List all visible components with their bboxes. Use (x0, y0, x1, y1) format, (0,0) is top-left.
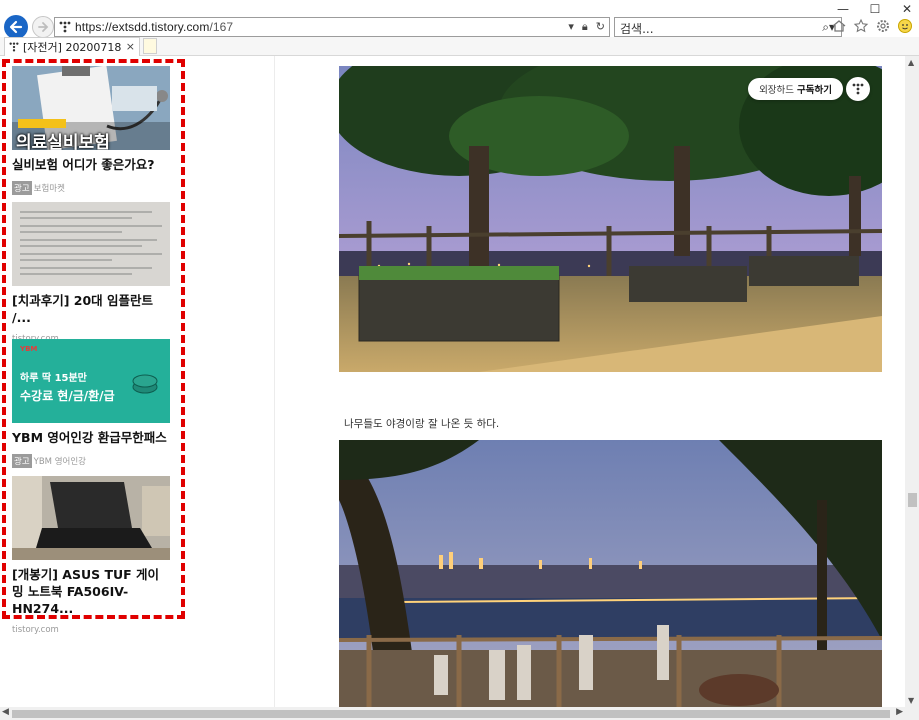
post-photo-1[interactable]: 외장하드 구독하기 (339, 66, 882, 372)
tab-close-button[interactable]: × (126, 40, 135, 53)
dropdown-icon[interactable]: ▾ (568, 20, 574, 34)
search-box[interactable]: 검색... ⌕▾ (614, 17, 842, 37)
ad-meta: 광고 YBM 영어인강 (12, 454, 170, 468)
post-content: 외장하드 구독하기 나무들도 야경이랑 잘 나온 듯 하다. (276, 56, 905, 707)
ad-thumbnail[interactable]: 의료실비보험 (12, 66, 170, 150)
url-text: https://extsdd.tistory.com/167 (75, 20, 233, 34)
back-button[interactable] (4, 15, 28, 39)
ad-item[interactable]: [개봉기] ASUS TUF 게이밍 노트북 FA506IV-HN274... … (12, 476, 170, 635)
close-window-button[interactable]: ✕ (901, 3, 913, 15)
refresh-icon[interactable]: ↻ (596, 20, 605, 34)
arrow-left-icon (9, 20, 23, 34)
address-bar[interactable]: https://extsdd.tistory.com/167 ▾ 🔒︎ ↻ (54, 17, 610, 37)
forward-button[interactable] (32, 16, 54, 38)
tistory-favicon-icon (9, 42, 19, 52)
page-viewport: 의료실비보험 실비보험 어디가 좋은가요? 광고 보험마켓 [치과후기] 20대… (0, 56, 905, 707)
vertical-scrollbar[interactable]: ▲ ▼ (905, 56, 919, 707)
settings-gear-icon[interactable] (875, 18, 891, 34)
url-path: /167 (209, 20, 234, 34)
ad-thumbnail[interactable] (12, 476, 170, 560)
ad-thumb-offer: 수강료 현/금/환/급 (20, 389, 115, 403)
ad-item[interactable]: [치과후기] 20대 임플란트 /... tistory.com (12, 202, 170, 344)
ad-thumb-headline: 하루 딱 15분만 (20, 373, 87, 384)
coin-icon (132, 374, 158, 394)
minimize-button[interactable]: — (837, 3, 849, 15)
horizontal-scroll-thumb[interactable] (12, 710, 890, 718)
tab-title: [자전거] 20200718 하늘공... (23, 41, 123, 54)
browser-toolbar (831, 18, 913, 34)
ad-title[interactable]: [개봉기] ASUS TUF 게이밍 노트북 FA506IV-HN274... (12, 566, 170, 617)
subscribe-label: 구독하기 (797, 85, 832, 96)
tab-active[interactable]: [자전거] 20200718 하늘공... × (4, 37, 140, 56)
left-sidebar: 의료실비보험 실비보험 어디가 좋은가요? 광고 보험마켓 [치과후기] 20대… (0, 56, 275, 707)
scroll-up-icon[interactable]: ▲ (908, 58, 914, 67)
scroll-down-icon[interactable]: ▼ (908, 696, 914, 705)
subscribe-blog-name: 외장하드 (759, 85, 795, 96)
tistory-logo-icon (852, 83, 864, 95)
favorites-star-icon[interactable] (853, 18, 869, 34)
tistory-icon (59, 21, 71, 33)
river-night-view-image (339, 440, 882, 707)
tistory-menu-button[interactable] (846, 77, 870, 101)
maximize-button[interactable]: ☐ (869, 3, 881, 15)
ad-item[interactable]: 의료실비보험 실비보험 어디가 좋은가요? 광고 보험마켓 (12, 66, 170, 195)
ad-source: tistory.com (12, 625, 59, 635)
arrow-right-icon (38, 22, 49, 32)
ad-title[interactable]: [치과후기] 20대 임플란트 /... (12, 292, 170, 326)
scrollbar-corner (905, 707, 919, 720)
subscribe-button[interactable]: 외장하드 구독하기 (748, 78, 843, 100)
ad-thumbnail[interactable] (12, 202, 170, 286)
dental-document-image (12, 202, 170, 286)
ad-thumbnail[interactable]: YBM 하루 딱 15분만 수강료 현/금/환/급 (12, 339, 170, 423)
ad-meta: 광고 보험마켓 (12, 181, 170, 195)
browser-window: — ☐ ✕ https://extsdd.tistory.com/167 ▾ 🔒… (0, 0, 919, 720)
home-icon[interactable] (831, 18, 847, 34)
feedback-smiley-icon[interactable] (897, 18, 913, 34)
ad-thumb-brand: YBM (20, 345, 38, 353)
address-actions: ▾ 🔒︎ ↻ (568, 20, 605, 34)
ad-source: YBM 영어인강 (33, 457, 86, 467)
post-caption: 나무들도 야경이랑 잘 나온 듯 하다. (344, 418, 500, 430)
ad-title[interactable]: YBM 영어인강 환급무한패스 (12, 429, 170, 446)
window-controls: — ☐ ✕ (837, 0, 913, 18)
scroll-right-icon[interactable]: ▶ (896, 707, 903, 717)
ad-badge: 광고 (12, 454, 32, 468)
search-input[interactable]: 검색... (620, 20, 654, 37)
vertical-scroll-thumb[interactable] (908, 493, 917, 507)
tab-bar: [자전거] 20200718 하늘공... × (0, 37, 919, 56)
ad-thumb-label: 의료실비보험 (16, 133, 110, 150)
lock-icon[interactable]: 🔒︎ (582, 20, 588, 34)
horizontal-scrollbar[interactable]: ◀ ▶ (0, 707, 905, 720)
scroll-left-icon[interactable]: ◀ (2, 707, 9, 717)
ad-item[interactable]: YBM 하루 딱 15분만 수강료 현/금/환/급 YBM 영어인강 환급무한패… (12, 339, 170, 468)
url-host: https://extsdd.tistory.com (75, 20, 210, 34)
new-tab-button[interactable] (143, 38, 157, 54)
night-park-photo-image (339, 66, 882, 372)
ad-title[interactable]: 실비보험 어디가 좋은가요? (12, 156, 170, 173)
post-photo-2[interactable] (339, 440, 882, 707)
ad-meta: tistory.com (12, 625, 170, 635)
laptop-photo-image (12, 476, 170, 560)
ad-badge: 광고 (12, 181, 32, 195)
ad-source: 보험마켓 (33, 184, 65, 194)
